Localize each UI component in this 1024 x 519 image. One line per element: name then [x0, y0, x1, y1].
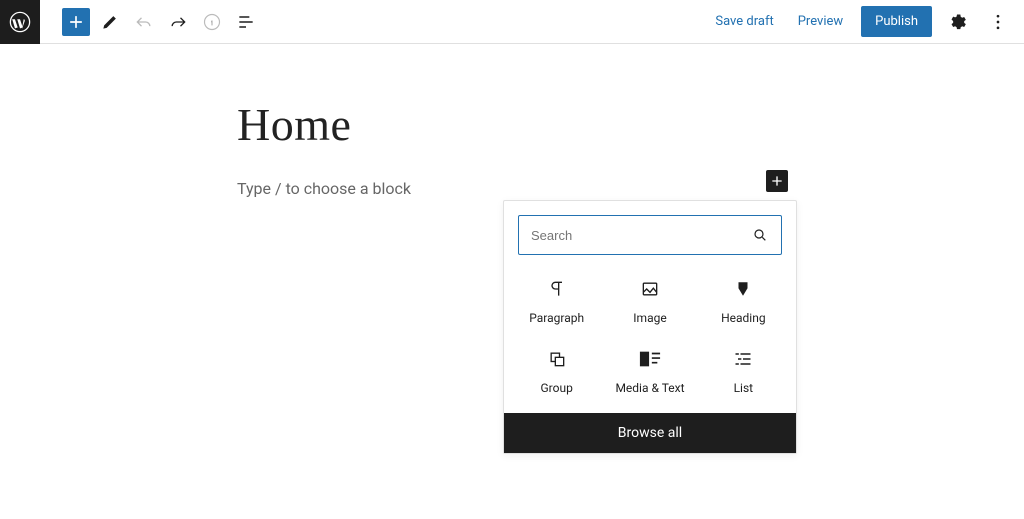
edit-tool-button[interactable] — [96, 8, 124, 36]
pencil-icon — [100, 12, 120, 32]
publish-button[interactable]: Publish — [861, 6, 932, 37]
plus-icon — [66, 12, 86, 32]
heading-icon — [697, 277, 790, 301]
browse-all-button[interactable]: Browse all — [504, 413, 796, 453]
editor-top-bar: Save draft Preview Publish — [0, 0, 1024, 44]
more-menu-button[interactable] — [980, 4, 1016, 40]
undo-icon — [134, 12, 154, 32]
outline-button[interactable] — [232, 8, 260, 36]
group-icon — [510, 347, 603, 371]
info-icon — [202, 12, 222, 32]
editor-canvas: Home Type / to choose a block — [0, 44, 1024, 198]
search-icon — [752, 227, 768, 247]
block-group[interactable]: Group — [510, 347, 603, 395]
preview-link[interactable]: Preview — [788, 8, 853, 35]
block-image[interactable]: Image — [603, 277, 696, 325]
info-button[interactable] — [198, 8, 226, 36]
block-inserter-popover: Paragraph Image Heading Group Media & Te — [503, 200, 797, 454]
block-media-text[interactable]: Media & Text — [603, 347, 696, 395]
block-label: Image — [603, 311, 696, 325]
image-icon — [603, 277, 696, 301]
settings-button[interactable] — [940, 4, 976, 40]
gear-icon — [948, 12, 968, 32]
block-paragraph[interactable]: Paragraph — [510, 277, 603, 325]
search-container — [504, 201, 796, 265]
redo-button[interactable] — [164, 8, 192, 36]
media-text-icon — [603, 347, 696, 371]
block-search-input[interactable] — [518, 215, 782, 255]
block-heading[interactable]: Heading — [697, 277, 790, 325]
redo-icon — [168, 12, 188, 32]
block-label: Heading — [697, 311, 790, 325]
kebab-icon — [988, 12, 1008, 32]
paragraph-icon — [510, 277, 603, 301]
block-grid: Paragraph Image Heading Group Media & Te — [504, 265, 796, 413]
outline-icon — [236, 12, 256, 32]
block-label: Group — [510, 381, 603, 395]
inline-add-block-button[interactable] — [766, 170, 788, 192]
save-draft-link[interactable]: Save draft — [705, 8, 783, 35]
topbar-right: Save draft Preview Publish — [705, 4, 1016, 40]
topbar-left — [0, 0, 260, 43]
block-label: Media & Text — [603, 381, 696, 395]
plus-icon — [769, 173, 785, 189]
page-title[interactable]: Home — [237, 98, 1024, 151]
block-label: List — [697, 381, 790, 395]
block-label: Paragraph — [510, 311, 603, 325]
list-icon — [697, 347, 790, 371]
block-placeholder[interactable]: Type / to choose a block — [237, 179, 1024, 198]
block-list[interactable]: List — [697, 347, 790, 395]
wordpress-icon — [9, 11, 31, 33]
wordpress-logo[interactable] — [0, 0, 40, 44]
add-block-button[interactable] — [62, 8, 90, 36]
undo-button[interactable] — [130, 8, 158, 36]
